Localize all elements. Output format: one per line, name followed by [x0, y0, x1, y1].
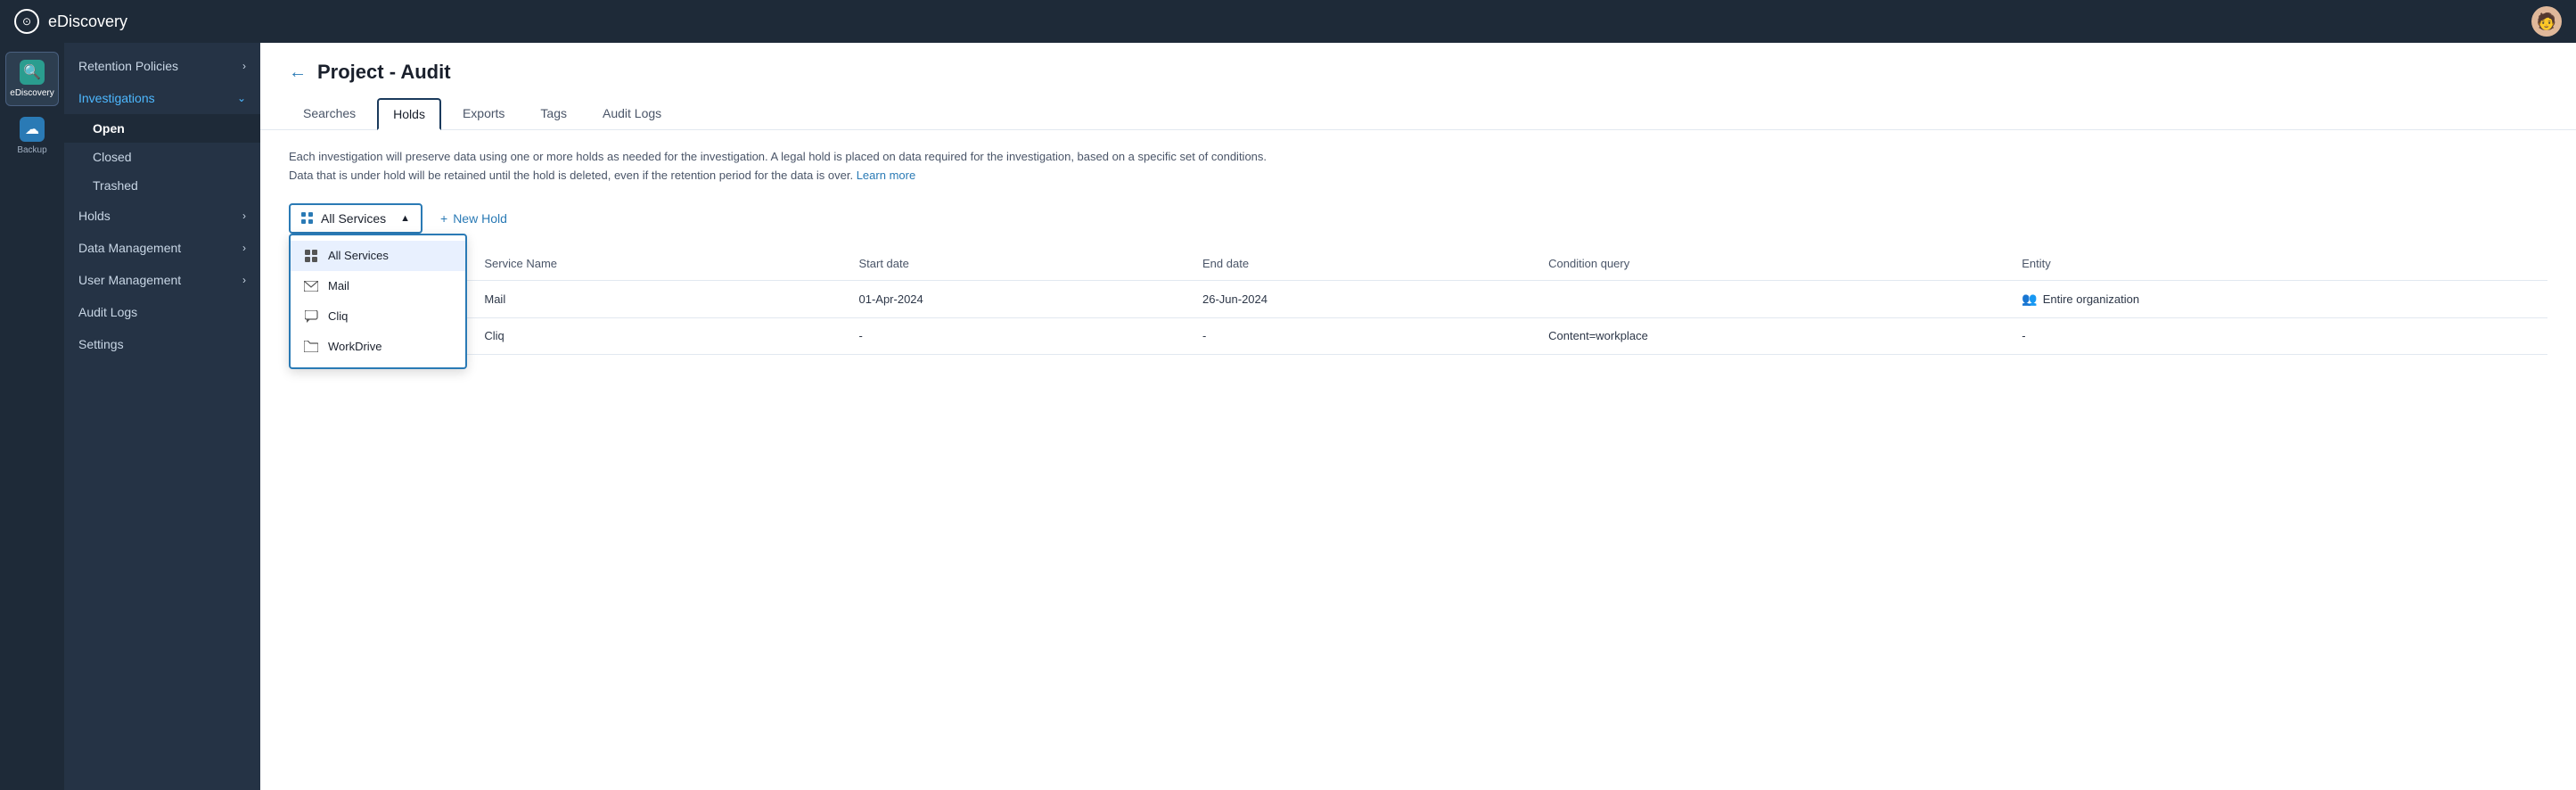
sidebar-item-open[interactable]: Open [64, 114, 260, 143]
dropdown-option-workdrive[interactable]: WorkDrive [291, 332, 465, 362]
sidebar-item-investigations[interactable]: Investigations ⌄ [64, 82, 260, 114]
workdrive-label: WorkDrive [328, 340, 381, 353]
chat-icon [303, 309, 319, 325]
holds-table: Service Name Start date End date Conditi… [289, 248, 2547, 355]
entity-cell: 👥 Entire organization [2022, 292, 2533, 307]
page-title: Project - Audit [317, 61, 451, 84]
new-hold-label: New Hold [453, 211, 507, 226]
table-row: ... Mail 01-Apr-2024 26-Jun-2024 👥 Entir… [289, 280, 2547, 317]
avatar[interactable]: 🧑 [2531, 6, 2562, 37]
row2-start-date: - [844, 317, 1188, 354]
sidebar-item-trashed[interactable]: Trashed [64, 171, 260, 200]
th-condition-query: Condition query [1534, 248, 2007, 281]
th-service-name: Service Name [470, 248, 844, 281]
new-hold-button[interactable]: + New Hold [437, 205, 511, 232]
nav-label-backup: Backup [17, 145, 46, 155]
table-header-row: Service Name Start date End date Conditi… [289, 248, 2547, 281]
sidebar-item-data-management[interactable]: Data Management › [64, 232, 260, 264]
holds-label: Holds [78, 209, 111, 223]
description-text: Each investigation will preserve data us… [289, 148, 1269, 185]
dropdown-selected-label: All Services [321, 211, 386, 226]
user-management-label: User Management [78, 273, 181, 287]
closed-label: Closed [93, 150, 132, 164]
sidebar-item-user-management[interactable]: User Management › [64, 264, 260, 296]
nav-label-ediscovery: eDiscovery [10, 88, 53, 98]
brand: ⊙ eDiscovery [14, 9, 127, 34]
tab-holds[interactable]: Holds [377, 98, 441, 130]
sidebar: Retention Policies › Investigations ⌄ Op… [64, 43, 260, 790]
toolbar-row: All Services ▲ [289, 203, 2547, 234]
app-logo: ⊙ [14, 9, 39, 34]
chevron-down-icon: ⌄ [237, 92, 246, 104]
mail-label: Mail [328, 279, 349, 292]
dropdown-trigger[interactable]: All Services ▲ [289, 203, 422, 234]
sidebar-item-settings[interactable]: Settings [64, 328, 260, 360]
sidebar-item-holds[interactable]: Holds › [64, 200, 260, 232]
nav-item-ediscovery[interactable]: 🔍 eDiscovery [5, 52, 59, 106]
sidebar-item-audit-logs[interactable]: Audit Logs [64, 296, 260, 328]
row1-start-date: 01-Apr-2024 [844, 280, 1188, 317]
row1-entity: 👥 Entire organization [2007, 280, 2547, 317]
mail-icon [303, 278, 319, 294]
th-end-date: End date [1188, 248, 1534, 281]
tab-exports[interactable]: Exports [448, 99, 519, 129]
learn-more-link[interactable]: Learn more [857, 169, 915, 182]
back-button[interactable]: ← [289, 62, 307, 83]
dropdown-option-mail[interactable]: Mail [291, 271, 465, 301]
tabs-row: Searches Holds Exports Tags Audit Logs [289, 98, 2547, 129]
th-entity: Entity [2007, 248, 2547, 281]
app-name: eDiscovery [48, 12, 127, 31]
content-header: ← Project - Audit Searches Holds Exports… [260, 43, 2576, 130]
all-services-label: All Services [328, 249, 389, 262]
row2-entity: - [2007, 317, 2547, 354]
row2-service-name: Cliq [470, 317, 844, 354]
row1-service-name: Mail [470, 280, 844, 317]
all-services-icon [303, 248, 319, 264]
chevron-icon-holds: › [242, 210, 246, 222]
table-row: ... Cliq - - Content=workplace - [289, 317, 2547, 354]
content-body: Each investigation will preserve data us… [260, 130, 2576, 790]
topbar: ⊙ eDiscovery 🧑 [0, 0, 2576, 43]
retention-policies-label: Retention Policies [78, 59, 178, 73]
row2-end-date: - [1188, 317, 1534, 354]
sidebar-item-closed[interactable]: Closed [64, 143, 260, 171]
data-management-label: Data Management [78, 241, 181, 255]
content-area: ← Project - Audit Searches Holds Exports… [260, 43, 2576, 790]
tab-searches[interactable]: Searches [289, 99, 370, 129]
dropdown-option-all-services[interactable]: All Services [291, 241, 465, 271]
plus-icon: + [440, 211, 447, 226]
investigations-submenu: Open Closed Trashed [64, 114, 260, 200]
dropdown-menu: All Services Mail [289, 234, 467, 369]
folder-icon [303, 339, 319, 355]
dropdown-option-cliq[interactable]: Cliq [291, 301, 465, 332]
icon-rail: 🔍 eDiscovery ☁ Backup [0, 43, 64, 790]
nav-item-backup[interactable]: ☁ Backup [5, 110, 59, 162]
tab-audit-logs[interactable]: Audit Logs [588, 99, 676, 129]
trashed-label: Trashed [93, 178, 138, 193]
row1-end-date: 26-Jun-2024 [1188, 280, 1534, 317]
chevron-icon-um: › [242, 274, 246, 286]
audit-logs-label: Audit Logs [78, 305, 137, 319]
investigations-label: Investigations [78, 91, 155, 105]
main-layout: 🔍 eDiscovery ☁ Backup Retention Policies… [0, 43, 2576, 790]
row2-condition-query: Content=workplace [1534, 317, 2007, 354]
sidebar-item-retention-policies[interactable]: Retention Policies › [64, 50, 260, 82]
chevron-icon-dm: › [242, 242, 246, 254]
chevron-up-icon: ▲ [400, 213, 410, 224]
chevron-icon: › [242, 60, 246, 72]
grid-icon [301, 212, 314, 225]
settings-label: Settings [78, 337, 124, 351]
backup-icon: ☁ [20, 117, 45, 142]
th-start-date: Start date [844, 248, 1188, 281]
row1-condition-query [1534, 280, 2007, 317]
cliq-label: Cliq [328, 309, 348, 323]
service-filter-dropdown: All Services ▲ [289, 203, 422, 234]
ediscovery-icon: 🔍 [20, 60, 45, 85]
title-row: ← Project - Audit [289, 61, 2547, 84]
tab-tags[interactable]: Tags [526, 99, 581, 129]
open-label: Open [93, 121, 125, 136]
entity-icon: 👥 [2022, 292, 2037, 307]
